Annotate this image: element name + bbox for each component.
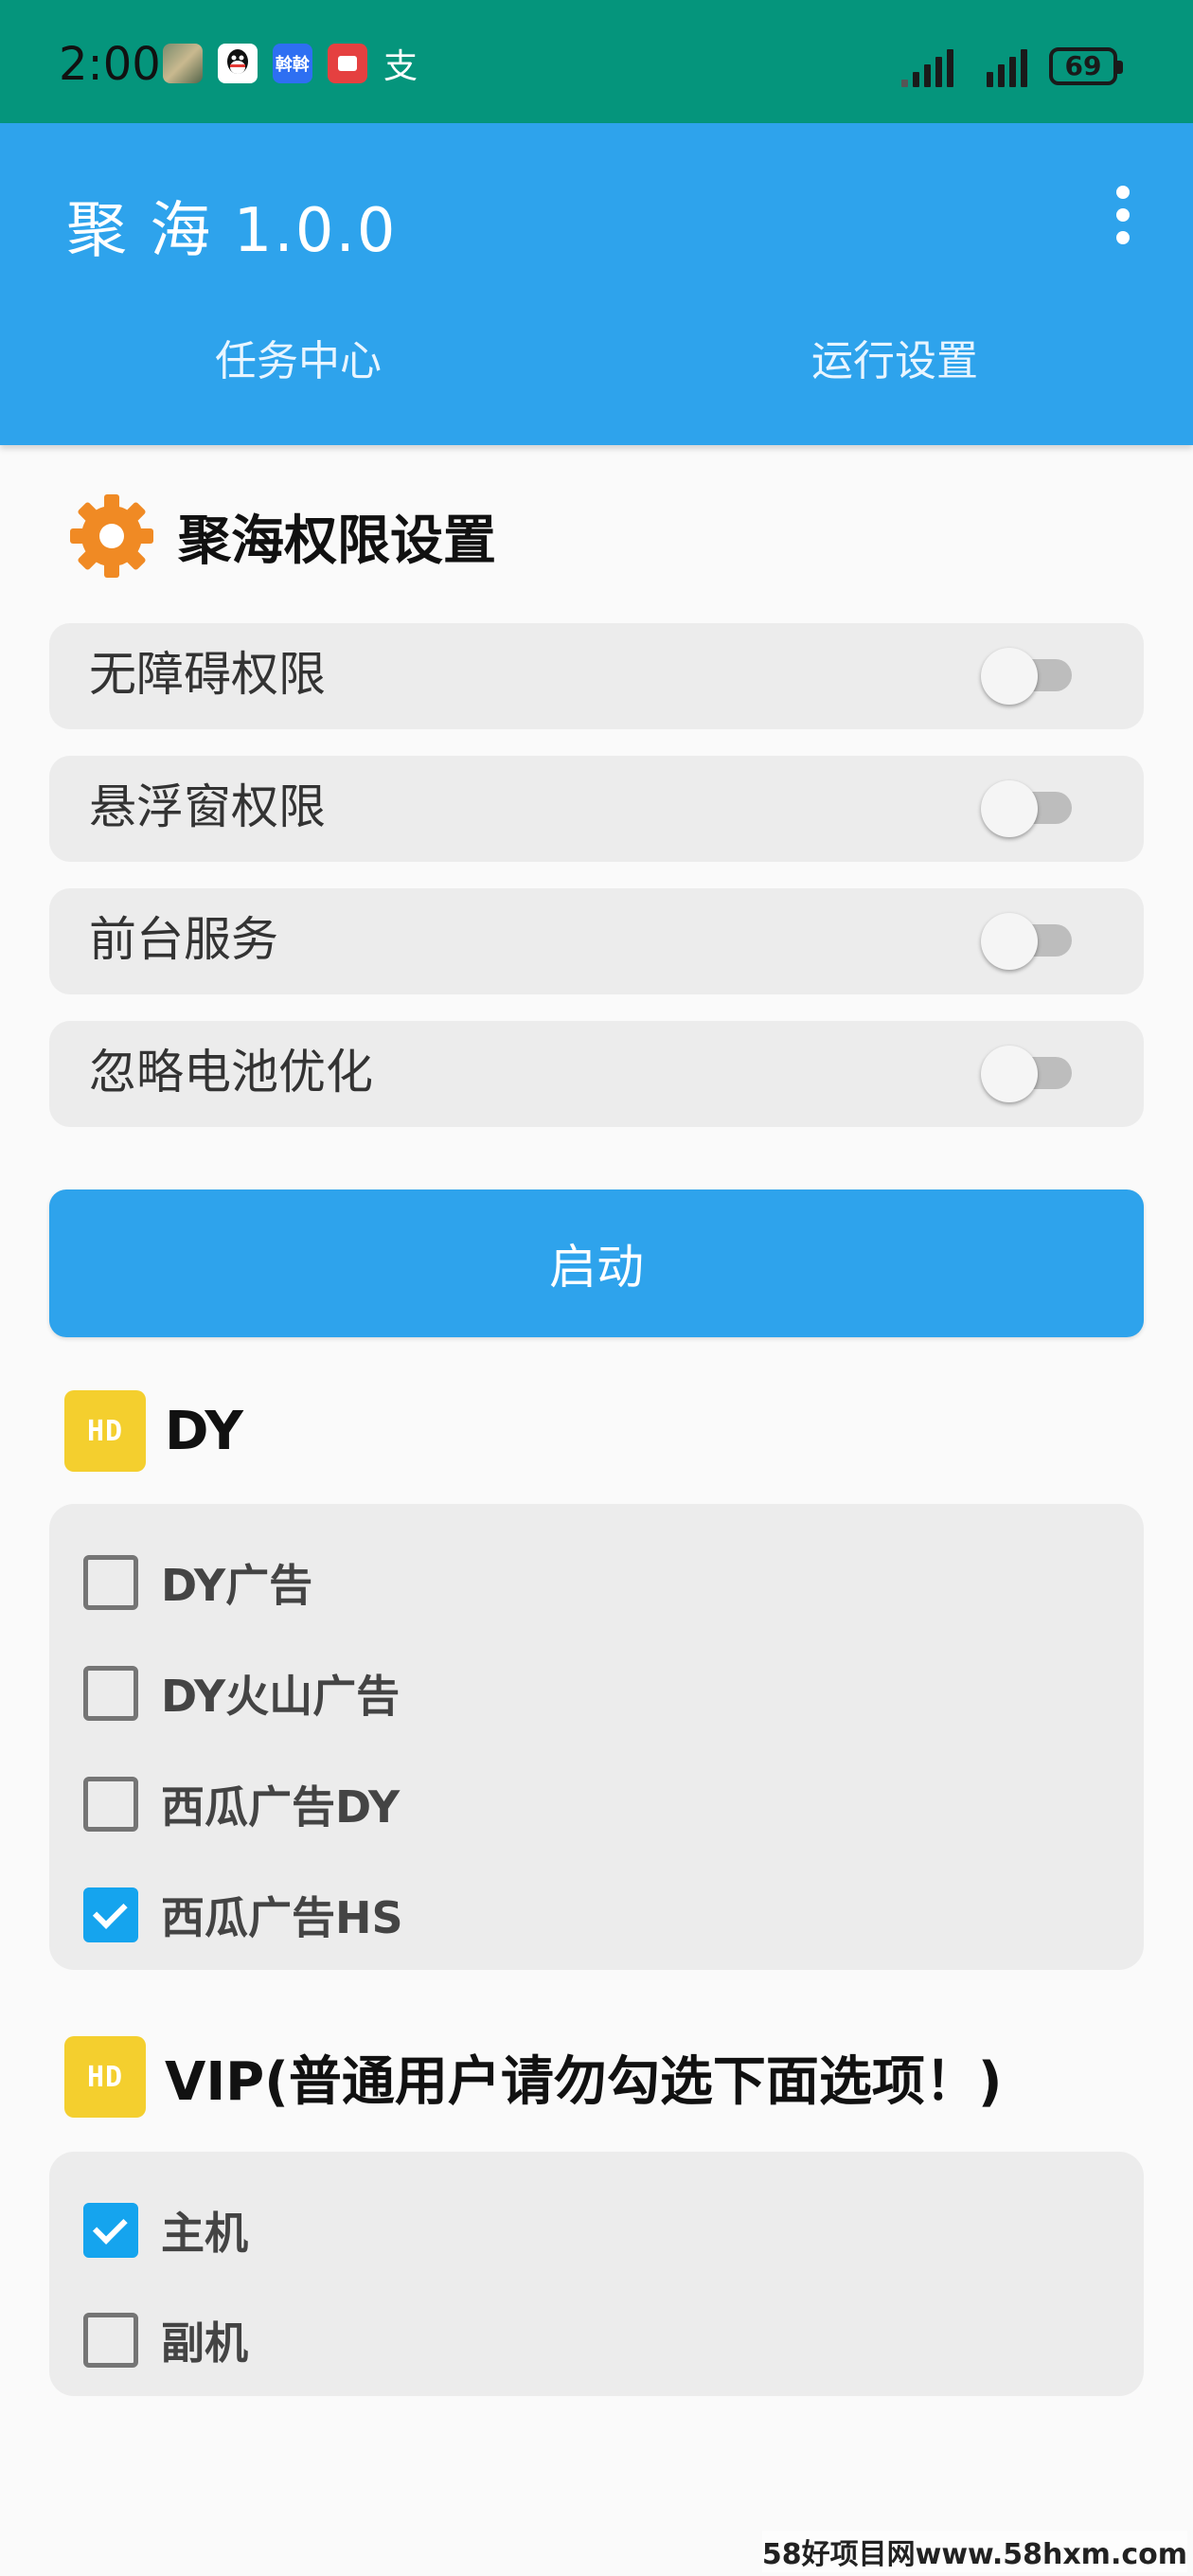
permission-label: 忽略电池优化: [89, 1045, 373, 1100]
option-xigua-ad-dy[interactable]: 西瓜广告DY: [83, 1773, 400, 1835]
vip-title: VIP(普通用户请勿勾选下面选项！): [165, 2050, 1003, 2113]
photo-icon: [163, 44, 203, 83]
dy-title: DY: [165, 1400, 243, 1462]
alipay-icon: 支: [383, 47, 418, 86]
qq-icon: [218, 44, 258, 83]
accessibility-toggle[interactable]: [975, 642, 1077, 705]
status-bar: 2:00 斡斡 支 69: [0, 0, 1193, 123]
signal-icon: [901, 49, 953, 87]
permission-row-foreground-service: 前台服务: [49, 888, 1144, 994]
battery-optimization-toggle[interactable]: [975, 1040, 1077, 1102]
option-xigua-ad-hs[interactable]: 西瓜广告HS: [83, 1884, 403, 1946]
vip-header: HD VIP(普通用户请勿勾选下面选项！): [64, 2036, 1002, 2118]
signal-icon: [987, 49, 1027, 87]
video-icon: [328, 44, 367, 83]
vip-options-card: 主机 副机: [49, 2152, 1144, 2396]
permission-label: 前台服务: [89, 912, 278, 967]
gear-icon: [70, 494, 153, 578]
checkbox[interactable]: [83, 1666, 138, 1721]
checkbox[interactable]: [83, 1777, 138, 1832]
checkbox-checked[interactable]: [83, 1887, 138, 1942]
status-time: 2:00: [59, 38, 161, 91]
more-options-icon[interactable]: [1106, 182, 1140, 248]
app-icon: 斡斡: [273, 44, 312, 83]
hd-icon: HD: [64, 1390, 146, 1472]
tab-task-center[interactable]: 任务中心: [0, 327, 596, 387]
permissions-title: 聚海权限设置: [178, 510, 496, 572]
option-dy-ad[interactable]: DY广告: [83, 1551, 312, 1614]
checkbox-checked[interactable]: [83, 2203, 138, 2258]
permission-label: 悬浮窗权限: [89, 779, 326, 834]
checkbox[interactable]: [83, 2313, 138, 2368]
app-title: 聚 海 1.0.0: [66, 196, 398, 266]
option-label: DY火山广告: [161, 1671, 401, 1722]
option-label: 副机: [161, 2317, 248, 2369]
permission-row-overlay: 悬浮窗权限: [49, 756, 1144, 862]
option-label: 主机: [161, 2208, 248, 2259]
option-label: 西瓜广告HS: [161, 1892, 403, 1943]
permission-row-battery-optimization: 忽略电池优化: [49, 1021, 1144, 1127]
option-dy-huoshan-ad[interactable]: DY火山广告: [83, 1662, 400, 1725]
option-label: 西瓜广告DY: [161, 1781, 401, 1833]
tab-run-settings[interactable]: 运行设置: [596, 327, 1193, 387]
overlay-toggle[interactable]: [975, 775, 1077, 837]
dy-header: HD DY: [64, 1390, 243, 1472]
permission-label: 无障碍权限: [89, 647, 326, 702]
permissions-header: 聚海权限设置: [64, 489, 496, 583]
option-host[interactable]: 主机: [83, 2199, 248, 2262]
option-secondary[interactable]: 副机: [83, 2309, 248, 2371]
permission-row-accessibility: 无障碍权限: [49, 623, 1144, 729]
hd-icon: HD: [64, 2036, 146, 2118]
checkbox[interactable]: [83, 1555, 138, 1610]
option-label: DY广告: [161, 1560, 313, 1611]
start-button[interactable]: 启动: [49, 1190, 1144, 1337]
app-bar: 聚 海 1.0.0 任务中心 运行设置: [0, 123, 1193, 445]
dy-options-card: DY广告 DY火山广告 西瓜广告DY 西瓜广告HS: [49, 1504, 1144, 1970]
battery-icon: 69: [1049, 47, 1123, 85]
watermark: 58好项目网www.58hxm.com: [761, 2531, 1187, 2572]
foreground-service-toggle[interactable]: [975, 907, 1077, 970]
